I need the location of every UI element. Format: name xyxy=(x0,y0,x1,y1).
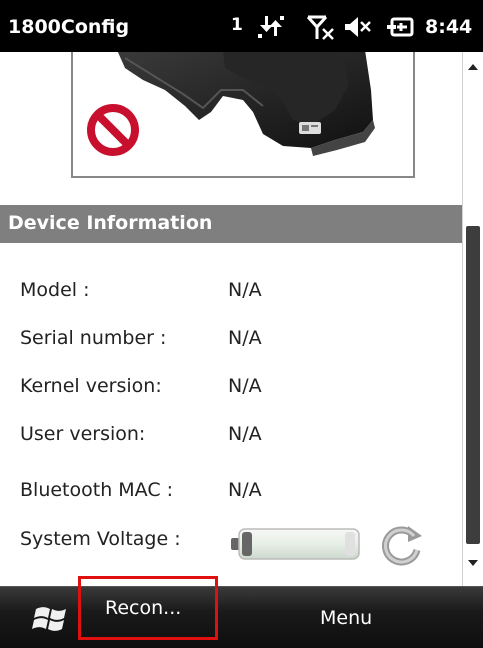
clock[interactable]: 8:44 xyxy=(425,16,472,38)
reconnect-label: Recon... xyxy=(105,597,182,619)
bluetooth-mac-label: Bluetooth MAC : xyxy=(20,479,174,501)
kernel-version-value: N/A xyxy=(228,375,262,397)
softkey-bar: Recon... Menu xyxy=(0,576,483,648)
no-signal-icon[interactable] xyxy=(305,14,335,40)
app-title[interactable]: 1800Config xyxy=(8,16,129,38)
info-row-serial: Serial number : N/A xyxy=(20,327,460,361)
notification-count[interactable]: 1 xyxy=(231,15,243,35)
scroll-up-arrow-icon[interactable] xyxy=(468,64,478,70)
data-transfer-icon[interactable] xyxy=(256,14,286,40)
windows-flag-icon[interactable] xyxy=(30,599,72,639)
scrollbar[interactable] xyxy=(462,52,483,586)
reconnect-softkey[interactable]: Recon... xyxy=(78,576,218,640)
refresh-icon[interactable] xyxy=(378,522,424,568)
info-row-kernel: Kernel version: N/A xyxy=(20,375,460,409)
user-version-label: User version: xyxy=(20,423,146,445)
section-title: Device Information xyxy=(8,212,213,234)
info-row-model: Model : N/A xyxy=(20,279,460,313)
status-bar: 1800Config 1 8:44 xyxy=(0,0,483,52)
scrollbar-thumb[interactable] xyxy=(466,226,480,544)
scroll-down-arrow-icon[interactable] xyxy=(468,560,478,566)
kernel-version-label: Kernel version: xyxy=(20,375,162,397)
volume-muted-icon[interactable] xyxy=(342,14,372,40)
bluetooth-mac-value: N/A xyxy=(228,479,262,501)
power-plug-icon[interactable] xyxy=(385,14,415,40)
user-version-value: N/A xyxy=(228,423,262,445)
info-row-user-version: User version: N/A xyxy=(20,423,460,457)
system-voltage-label: System Voltage : xyxy=(20,528,181,550)
model-value: N/A xyxy=(228,279,262,301)
serial-number-value: N/A xyxy=(228,327,262,349)
device-image-frame xyxy=(71,52,415,178)
battery-icon xyxy=(231,528,360,560)
model-label: Model : xyxy=(20,279,90,301)
info-row-bluetooth: Bluetooth MAC : N/A xyxy=(20,479,460,513)
serial-number-label: Serial number : xyxy=(20,327,167,349)
section-header: Device Information xyxy=(0,205,462,243)
prohibited-icon xyxy=(87,104,139,156)
menu-softkey[interactable]: Menu xyxy=(320,607,372,629)
content-area: Device Information Model : N/A Serial nu… xyxy=(0,52,462,586)
battery-fill xyxy=(242,532,252,556)
